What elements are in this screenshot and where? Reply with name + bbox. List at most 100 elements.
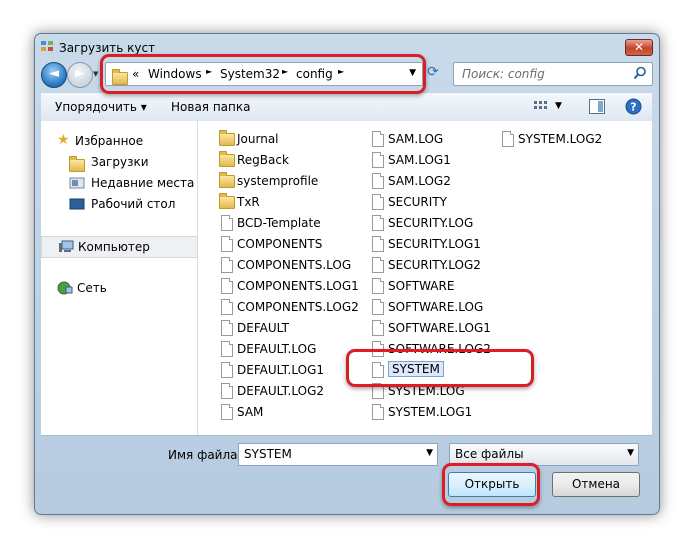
command-bar: Упорядочить ▾ Новая папка ▼ ? xyxy=(41,92,652,122)
sidebar-item-downloads[interactable]: Загрузки xyxy=(41,152,196,172)
organize-button[interactable]: Упорядочить ▾ xyxy=(55,100,147,114)
file-icon xyxy=(221,383,233,399)
file-icon xyxy=(221,278,233,294)
file-icon xyxy=(372,299,384,315)
sidebar-item-computer[interactable]: Компьютер xyxy=(41,236,198,258)
star-icon: ★ xyxy=(57,132,70,148)
navigation-pane: ★ Избранное Загрузки Недавние места Рабо… xyxy=(41,121,198,435)
file-name: SECURITY.LOG1 xyxy=(388,237,481,251)
sidebar-item-label: Рабочий стол xyxy=(91,197,176,211)
sidebar-item-label: Компьютер xyxy=(78,240,150,254)
filename-value[interactable]: SYSTEM xyxy=(244,447,292,461)
file-icon xyxy=(372,236,384,252)
sidebar-item-desktop[interactable]: Рабочий стол xyxy=(41,194,196,214)
file-icon xyxy=(221,299,233,315)
search-input[interactable]: Поиск: config xyxy=(453,62,653,86)
dialog-window: Загрузить куст ✕ ◄ ► ▼ « Windows ► Syste… xyxy=(34,33,660,515)
file-icon xyxy=(221,341,233,357)
file-icon xyxy=(221,362,233,378)
content-area: ★ Избранное Загрузки Недавние места Рабо… xyxy=(41,121,652,436)
file-icon xyxy=(372,257,384,273)
refresh-icon[interactable]: ⟳ xyxy=(427,64,439,80)
file-icon xyxy=(372,404,384,420)
view-dropdown-icon[interactable]: ▼ xyxy=(555,101,562,111)
file-name: DEFAULT xyxy=(237,321,289,335)
filetype-value: Все файлы xyxy=(455,447,524,461)
chevron-down-icon[interactable]: ▼ xyxy=(627,448,634,458)
file-name: SAM.LOG xyxy=(388,132,444,146)
address-highlight xyxy=(100,54,426,94)
sidebar-item-recent[interactable]: Недавние места xyxy=(41,173,196,193)
new-folder-button[interactable]: Новая папка xyxy=(171,100,250,114)
forward-arrow-icon[interactable]: ► xyxy=(67,62,93,88)
sidebar-item-network[interactable]: Сеть xyxy=(41,278,196,298)
file-icon xyxy=(221,404,233,420)
file-name: SYSTEM.LOG2 xyxy=(518,132,603,146)
preview-pane-icon[interactable] xyxy=(589,99,605,114)
window-title: Загрузить куст xyxy=(59,41,156,55)
file-name: systemprofile xyxy=(237,174,319,188)
computer-icon xyxy=(59,240,74,252)
folder-icon xyxy=(219,130,235,146)
filename-input[interactable]: SYSTEM ▼ xyxy=(238,443,438,466)
file-name: SOFTWARE.LOG1 xyxy=(388,321,491,335)
file-name: SECURITY.LOG2 xyxy=(388,258,481,272)
close-button[interactable]: ✕ xyxy=(625,39,653,56)
file-name: SYSTEM.LOG1 xyxy=(388,405,473,419)
file-name: DEFAULT.LOG xyxy=(237,342,317,356)
file-icon xyxy=(372,194,384,210)
file-name: SOFTWARE xyxy=(388,279,455,293)
open-button-highlight xyxy=(442,463,540,506)
file-icon xyxy=(372,278,384,294)
svg-text:?: ? xyxy=(630,101,636,114)
file-icon xyxy=(221,257,233,273)
file-name: SOFTWARE.LOG xyxy=(388,300,484,314)
file-name: COMPONENTS xyxy=(237,237,323,251)
sidebar-item-favorites[interactable]: ★ Избранное xyxy=(41,131,196,151)
search-icon[interactable] xyxy=(633,66,647,80)
folder-icon xyxy=(219,193,235,209)
desktop-icon xyxy=(69,198,85,210)
help-icon[interactable]: ? xyxy=(625,98,642,115)
recent-pages-dropdown-icon[interactable]: ▼ xyxy=(93,70,98,78)
cancel-button[interactable]: Отмена xyxy=(552,472,640,497)
file-name: COMPONENTS.LOG2 xyxy=(237,300,359,314)
file-name: Journal xyxy=(237,132,279,146)
file-name: SAM.LOG1 xyxy=(388,153,451,167)
file-icon xyxy=(372,152,384,168)
file-name: RegBack xyxy=(237,153,289,167)
file-icon xyxy=(372,173,384,189)
sidebar-item-label: Загрузки xyxy=(91,155,149,169)
file-name: SAM.LOG2 xyxy=(388,174,451,188)
file-name: SAM xyxy=(237,405,264,419)
folder-icon xyxy=(219,172,235,188)
file-icon xyxy=(372,131,384,147)
file-name: SECURITY xyxy=(388,195,447,209)
folder-icon xyxy=(219,151,235,167)
file-name: COMPONENTS.LOG xyxy=(237,258,352,272)
sidebar-item-label: Недавние места xyxy=(91,176,195,190)
registry-icon xyxy=(41,41,53,51)
search-placeholder: Поиск: config xyxy=(462,67,545,81)
sidebar-item-label: Сеть xyxy=(77,281,107,295)
file-name: SECURITY.LOG xyxy=(388,216,474,230)
file-icon xyxy=(221,320,233,336)
file-icon xyxy=(221,215,233,231)
file-name: BCD-Template xyxy=(237,216,321,230)
chevron-down-icon[interactable]: ▼ xyxy=(426,448,433,458)
file-name: TxR xyxy=(237,195,260,209)
network-icon xyxy=(57,281,73,295)
file-icon xyxy=(221,236,233,252)
recent-places-icon xyxy=(69,177,85,189)
file-icon xyxy=(372,320,384,336)
downloads-folder-icon xyxy=(69,155,85,172)
sidebar-item-label: Избранное xyxy=(75,134,144,148)
file-name: DEFAULT.LOG2 xyxy=(237,384,325,398)
file-name: DEFAULT.LOG1 xyxy=(237,363,325,377)
filename-label: Имя файла: xyxy=(168,448,242,462)
file-icon xyxy=(502,131,514,147)
file-icon xyxy=(372,215,384,231)
view-options-icon[interactable] xyxy=(534,100,548,113)
selected-file-highlight xyxy=(346,349,534,387)
back-arrow-icon[interactable]: ◄ xyxy=(41,62,67,88)
